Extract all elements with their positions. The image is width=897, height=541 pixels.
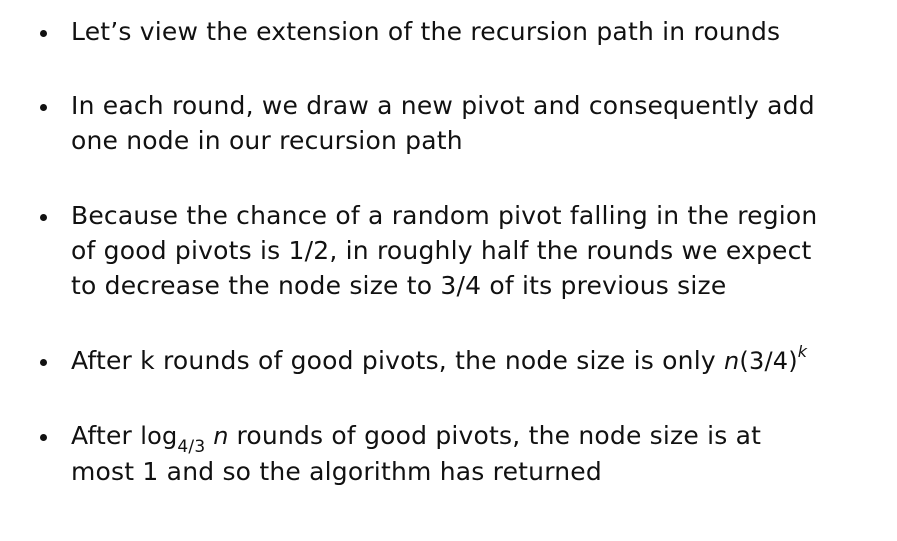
- math-expression: log4/3 n: [140, 422, 236, 455]
- bullet-line: one node in our recursion path: [71, 126, 463, 155]
- bullet-text: After k rounds of good pivots, the node …: [71, 343, 871, 379]
- bullet-dot: [40, 30, 47, 37]
- bullet-dot: [40, 214, 47, 221]
- bullet-dot: [40, 104, 47, 111]
- bullet-dot: [40, 359, 47, 366]
- bullet-suffix: rounds of good pivots, the node size is …: [236, 421, 762, 450]
- bullet-line: to decrease the node size to 3/4 of its …: [71, 271, 727, 300]
- bullet-text: Because the chance of a random pivot fal…: [71, 198, 871, 303]
- bullet-line: most 1 and so the algorithm has returned: [71, 457, 602, 486]
- math-var: n: [724, 347, 740, 375]
- math-base: (3/4): [739, 347, 798, 375]
- bullet-line: After k rounds of good pivots, the node …: [71, 343, 871, 379]
- bullet-line: of good pivots is 1/2, in roughly half t…: [71, 236, 812, 265]
- bullet-line: Let’s view the extension of the recursio…: [71, 17, 781, 46]
- math-log-base: 4/3: [177, 436, 206, 457]
- math-var: n: [213, 422, 229, 450]
- bullet-line: In each round, we draw a new pivot and c…: [71, 91, 815, 120]
- bullet-text: Let’s view the extension of the recursio…: [71, 14, 871, 49]
- bullet-line: Because the chance of a random pivot fal…: [71, 201, 818, 230]
- bullet-prefix: After k rounds of good pivots, the node …: [71, 346, 716, 375]
- math-log: log: [140, 422, 178, 450]
- bullet-text: After log4/3 n rounds of good pivots, th…: [71, 418, 871, 489]
- bullet-line: After log4/3 n rounds of good pivots, th…: [71, 418, 871, 455]
- math-expression: n(3/4)k: [724, 344, 807, 376]
- slide: Let’s view the extension of the recursio…: [0, 0, 897, 541]
- bullet-text: In each round, we draw a new pivot and c…: [71, 88, 871, 158]
- bullet-prefix: After: [71, 421, 133, 450]
- bullet-dot: [40, 434, 47, 441]
- math-exponent: k: [797, 342, 808, 361]
